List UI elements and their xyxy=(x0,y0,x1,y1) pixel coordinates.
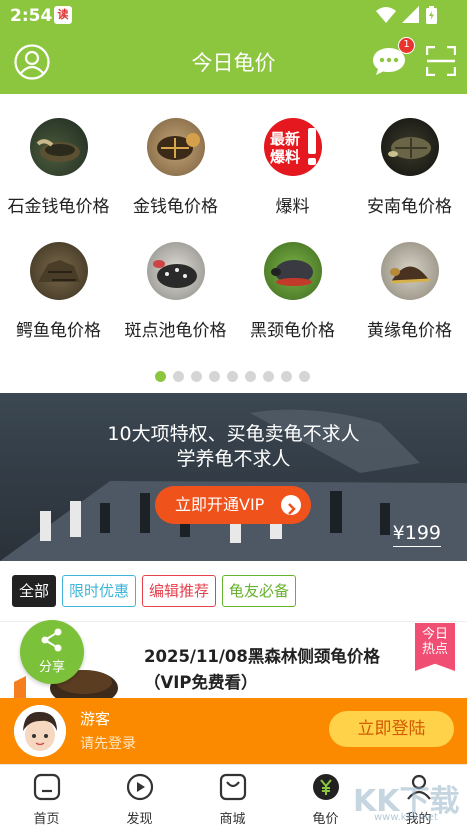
share-label: 分享 xyxy=(38,660,65,675)
battery-icon xyxy=(426,6,437,24)
scan-button[interactable] xyxy=(425,45,457,77)
turtle-photo-icon xyxy=(380,118,439,176)
category-label: 黄缘龟价格 xyxy=(367,321,452,341)
tag-limited-offer[interactable]: 限时优惠 xyxy=(62,575,137,607)
turtle-photo-icon xyxy=(29,242,88,300)
yuan-icon xyxy=(312,774,339,800)
guest-avatar xyxy=(14,705,66,757)
article-title: 2025/11/08黑森林侧颈龟价格（VIP免费看） xyxy=(144,647,380,692)
login-hint: 请先登录 xyxy=(80,736,136,752)
system-status-icons xyxy=(376,6,437,24)
vip-price: ¥199 xyxy=(392,522,441,547)
pager-dot[interactable] xyxy=(281,371,292,382)
hot-badge-line2: 热点 xyxy=(421,642,448,657)
banner-subheadline: 学养龟不求人 xyxy=(176,448,291,470)
pager-dot-active[interactable] xyxy=(155,371,166,382)
app-header: 今日龟价 1 xyxy=(0,32,467,94)
pager-dot[interactable] xyxy=(191,371,202,382)
svg-text:爆料: 爆料 xyxy=(270,148,300,166)
nav-label: 商城 xyxy=(219,812,246,827)
watermark-url: www.kkx.net xyxy=(374,812,438,823)
hot-badge-line1: 今日 xyxy=(421,627,448,642)
category-label: 鳄鱼龟价格 xyxy=(16,321,101,341)
share-icon xyxy=(41,628,62,652)
nav-discover[interactable]: 发现 xyxy=(93,765,186,830)
nav-shop[interactable]: 商城 xyxy=(186,765,279,830)
pager-dot[interactable] xyxy=(209,371,220,382)
hot-today-badge: 今日 热点 xyxy=(415,623,455,671)
login-button[interactable]: 立即登陆 xyxy=(329,711,454,747)
category-huangyuan[interactable]: 黄缘龟价格 xyxy=(351,242,467,341)
nav-label: 首页 xyxy=(33,812,60,827)
app-notification-icon: 读 xyxy=(54,6,72,24)
tag-all[interactable]: 全部 xyxy=(12,575,57,607)
shop-bag-icon xyxy=(219,773,246,801)
tag-editor-pick[interactable]: 编辑推荐 xyxy=(142,575,217,607)
tag-must-have[interactable]: 龟友必备 xyxy=(222,575,297,607)
turtle-photo-icon xyxy=(146,118,205,176)
turtle-photo-icon xyxy=(146,242,205,300)
category-label: 爆料 xyxy=(275,197,310,217)
category-shijinqian[interactable]: 石金钱龟价格 xyxy=(0,118,117,217)
pager-dot[interactable] xyxy=(263,371,274,382)
category-label: 斑点池龟价格 xyxy=(124,321,227,341)
turtle-photo-icon xyxy=(380,242,439,300)
category-eyu[interactable]: 鳄鱼龟价格 xyxy=(0,242,117,341)
status-time: 2:54 xyxy=(10,6,53,26)
vip-banner[interactable]: 10大项特权、买龟卖龟不求人 学养龟不求人 立即开通VIP ¥199 xyxy=(0,393,467,561)
filter-tags: 全部 限时优惠 编辑推荐 龟友必备 xyxy=(12,575,297,607)
category-heijing[interactable]: 黑颈龟价格 xyxy=(234,242,351,341)
pager-dot[interactable] xyxy=(299,371,310,382)
scan-icon xyxy=(425,45,457,77)
category-label: 安南龟价格 xyxy=(367,197,452,217)
open-vip-button[interactable]: 立即开通VIP xyxy=(155,486,311,524)
pager-dot[interactable] xyxy=(173,371,184,382)
category-label: 石金钱龟价格 xyxy=(7,197,110,217)
login-prompt-bar: 游客 请先登录 立即登陆 xyxy=(0,698,467,764)
signal-icon xyxy=(402,6,419,23)
share-button[interactable]: 分享 xyxy=(20,620,84,684)
chevron-right-icon xyxy=(281,495,301,515)
category-label: 金钱龟价格 xyxy=(133,197,218,217)
category-bandian[interactable]: 斑点池龟价格 xyxy=(117,242,234,341)
turtle-photo-icon xyxy=(263,242,322,300)
guest-name: 游客 xyxy=(80,710,111,728)
pager-dot[interactable] xyxy=(245,371,256,382)
category-pager xyxy=(155,371,310,382)
category-baoliao[interactable]: 最新 爆料 爆料 xyxy=(234,118,351,217)
open-vip-label: 立即开通VIP xyxy=(175,495,265,514)
category-annan[interactable]: 安南龟价格 xyxy=(351,118,467,217)
banner-headline: 10大项特权、买龟卖龟不求人 xyxy=(107,423,360,445)
message-count-badge: 1 xyxy=(398,37,415,54)
play-icon xyxy=(126,773,153,801)
home-icon xyxy=(33,773,60,801)
category-label: 黑颈龟价格 xyxy=(250,321,335,341)
wifi-icon xyxy=(376,7,396,23)
category-jinqian[interactable]: 金钱龟价格 xyxy=(117,118,234,217)
nav-home[interactable]: 首页 xyxy=(0,765,93,830)
nav-label: 发现 xyxy=(126,812,153,827)
category-grid: 石金钱龟价格 金钱龟价格 最新 爆料 爆料 安南龟价格 鳄鱼龟价格 斑点池龟价格… xyxy=(0,94,467,394)
status-bar: 2:54 读 xyxy=(0,0,467,32)
svg-text:最新: 最新 xyxy=(270,130,300,148)
turtle-photo-icon xyxy=(29,118,88,176)
pager-dot[interactable] xyxy=(227,371,238,382)
breaking-news-icon: 最新 爆料 xyxy=(263,118,322,176)
